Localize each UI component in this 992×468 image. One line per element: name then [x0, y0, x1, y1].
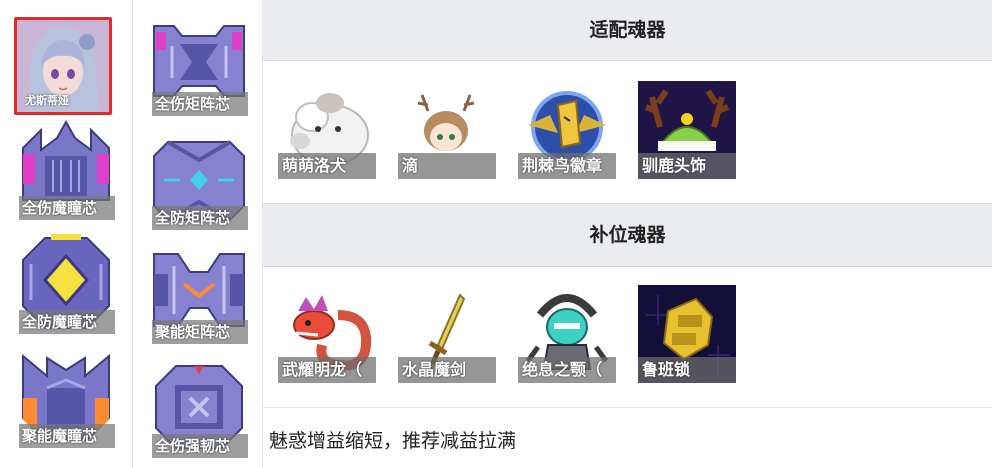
left-chip-label: 全防魔瞳芯 [19, 310, 115, 334]
soul-label: 水晶魔剑 [398, 357, 496, 383]
mid-chip-label: 全伤矩阵芯 [152, 92, 248, 116]
mid-chip-4[interactable]: 全伤强韧芯 [150, 358, 248, 458]
fill-section-header: 补位魂器 [263, 203, 992, 267]
left-chip-3[interactable]: 聚能魔瞳芯 [17, 348, 115, 448]
character-name: 尤斯蒂娅 [25, 94, 69, 107]
strategy-note: 魅惑增益缩短，推荐减益拉满 [269, 430, 517, 452]
left-chip-1[interactable]: 全伤魔瞳芯 [17, 120, 115, 220]
fill-soul-4[interactable]: 鲁班锁 [638, 285, 736, 383]
soul-label: 萌萌洛犬 [278, 153, 376, 179]
soul-label: 鲁班锁 [638, 357, 736, 383]
mid-chip-label: 聚能矩阵芯 [152, 320, 248, 344]
soul-label: 驯鹿头饰 [638, 153, 736, 179]
left-chip-label: 聚能魔瞳芯 [19, 424, 115, 448]
fill-soul-2[interactable]: 水晶魔剑 [398, 285, 496, 383]
fit-soul-1[interactable]: 萌萌洛犬 [278, 81, 376, 179]
fill-section-title: 补位魂器 [589, 224, 666, 246]
left-chip-label: 全伤魔瞳芯 [19, 196, 115, 220]
soul-label: 滴 [398, 153, 496, 179]
mid-chip-label: 全防矩阵芯 [152, 206, 248, 230]
fill-soul-3[interactable]: 绝息之颚（ [518, 285, 616, 383]
mid-chip-2[interactable]: 全防矩阵芯 [150, 130, 248, 230]
soul-panel: 适配魂器 萌萌洛犬 滴 荆棘鸟徽章 驯鹿头饰 补位魂器 武耀明龙（ 水晶魔剑 绝… [263, 0, 992, 468]
fit-soul-3[interactable]: 荆棘鸟徽章 [518, 81, 616, 179]
mid-chip-3[interactable]: 聚能矩阵芯 [150, 244, 248, 344]
soul-label: 荆棘鸟徽章 [518, 153, 616, 179]
mid-chip-label: 全伤强韧芯 [152, 434, 248, 458]
left-chip-2[interactable]: 全防魔瞳芯 [17, 234, 115, 334]
fit-soul-4[interactable]: 驯鹿头饰 [638, 81, 736, 179]
soul-label: 武耀明龙（ [278, 357, 376, 383]
mid-chip-1[interactable]: 全伤矩阵芯 [150, 16, 248, 116]
left-column: 尤斯蒂娅 全伤魔瞳芯 全防魔瞳芯 聚能魔瞳芯 [0, 0, 133, 468]
middle-column: 全伤矩阵芯 全防矩阵芯 聚能矩阵芯 全伤强韧芯 [133, 0, 263, 468]
fit-section-title: 适配魂器 [589, 19, 666, 41]
note-divider [263, 407, 992, 408]
fit-section-header: 适配魂器 [263, 0, 992, 61]
fill-soul-1[interactable]: 武耀明龙（ [278, 285, 376, 383]
character-portrait[interactable]: 尤斯蒂娅 [14, 17, 112, 115]
fit-soul-2[interactable]: 滴 [398, 81, 496, 179]
soul-label: 绝息之颚（ [518, 357, 616, 383]
